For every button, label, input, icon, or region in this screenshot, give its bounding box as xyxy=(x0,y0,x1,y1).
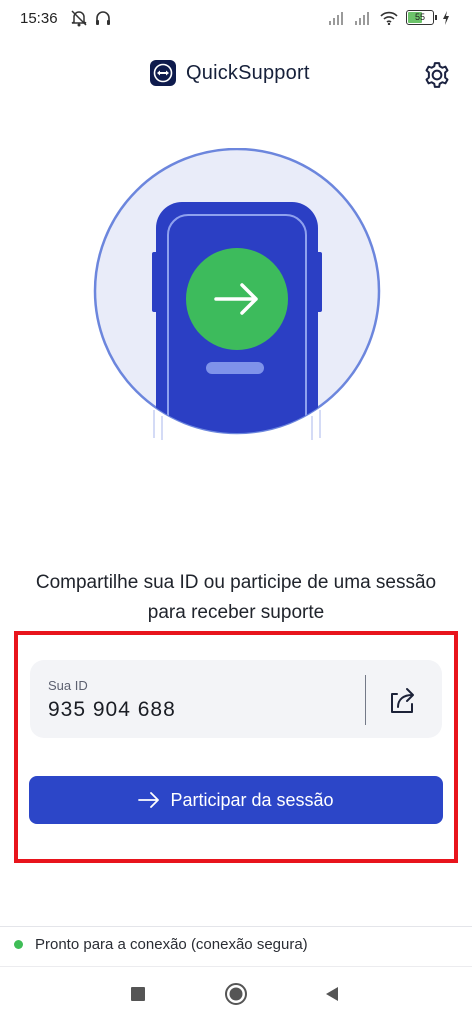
status-time: 15:36 xyxy=(20,10,58,27)
charging-icon xyxy=(443,10,449,25)
settings-button[interactable] xyxy=(422,60,452,90)
instruction-text: Compartilhe sua ID ou participe de uma s… xyxy=(35,572,437,623)
back-triangle-icon xyxy=(326,987,338,1001)
battery-icon: 55 xyxy=(406,10,437,25)
teamviewer-logo-icon xyxy=(150,60,176,86)
home-button[interactable] xyxy=(224,982,248,1011)
status-dot xyxy=(14,940,23,949)
divider xyxy=(0,966,472,967)
app-title: QuickSupport xyxy=(186,61,310,84)
app-brand: QuickSupport xyxy=(150,60,310,86)
connection-status-text: Pronto para a conexão (conexão segura) xyxy=(35,936,308,953)
home-circle-icon xyxy=(225,983,247,1005)
highlight-frame xyxy=(14,631,458,863)
status-bar: 15:36 55 xyxy=(0,0,472,38)
signal-icon xyxy=(329,11,343,25)
recents-square-icon xyxy=(131,987,145,1001)
signal-icon xyxy=(355,11,369,25)
hero-illustration xyxy=(92,147,382,440)
divider xyxy=(0,926,472,927)
connection-status: Pronto para a conexão (conexão segura) xyxy=(14,936,308,953)
notifications-off-icon xyxy=(71,10,87,27)
wifi-icon xyxy=(380,11,398,25)
headphones-icon xyxy=(96,11,110,25)
back-button[interactable] xyxy=(322,984,342,1009)
system-nav-bar xyxy=(0,968,472,1024)
recents-button[interactable] xyxy=(128,984,148,1009)
gear-icon xyxy=(425,62,449,88)
app-header: QuickSupport xyxy=(0,52,472,96)
